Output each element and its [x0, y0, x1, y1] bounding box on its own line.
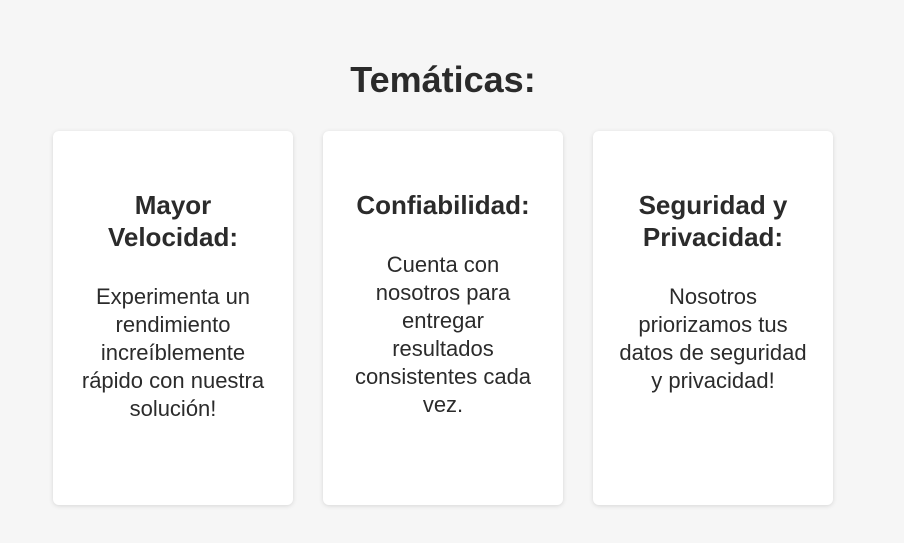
section-title: Temáticas: — [350, 59, 536, 100]
card-text: Cuenta con nosotros para entregar result… — [354, 252, 532, 417]
card-title: Mayor Velocidad: — [107, 190, 239, 252]
feature-card-security: Seguridad y Privacidad: Nosotros prioriz… — [593, 131, 833, 505]
card-text: Experimenta un rendimiento increíblement… — [81, 284, 265, 421]
card-title: Confiabilidad: — [356, 190, 530, 220]
card-text: Nosotros priorizamos tus datos de seguri… — [619, 284, 807, 393]
feature-card-speed: Mayor Velocidad: Experimenta un rendimie… — [53, 131, 293, 505]
card-title: Seguridad y Privacidad: — [638, 190, 788, 252]
feature-card-reliability: Confiabilidad: Cuenta con nosotros para … — [323, 131, 563, 505]
feature-cards: Mayor Velocidad: Experimenta un rendimie… — [53, 131, 833, 505]
page: Temáticas: Mayor Velocidad: Experimenta … — [0, 0, 904, 543]
